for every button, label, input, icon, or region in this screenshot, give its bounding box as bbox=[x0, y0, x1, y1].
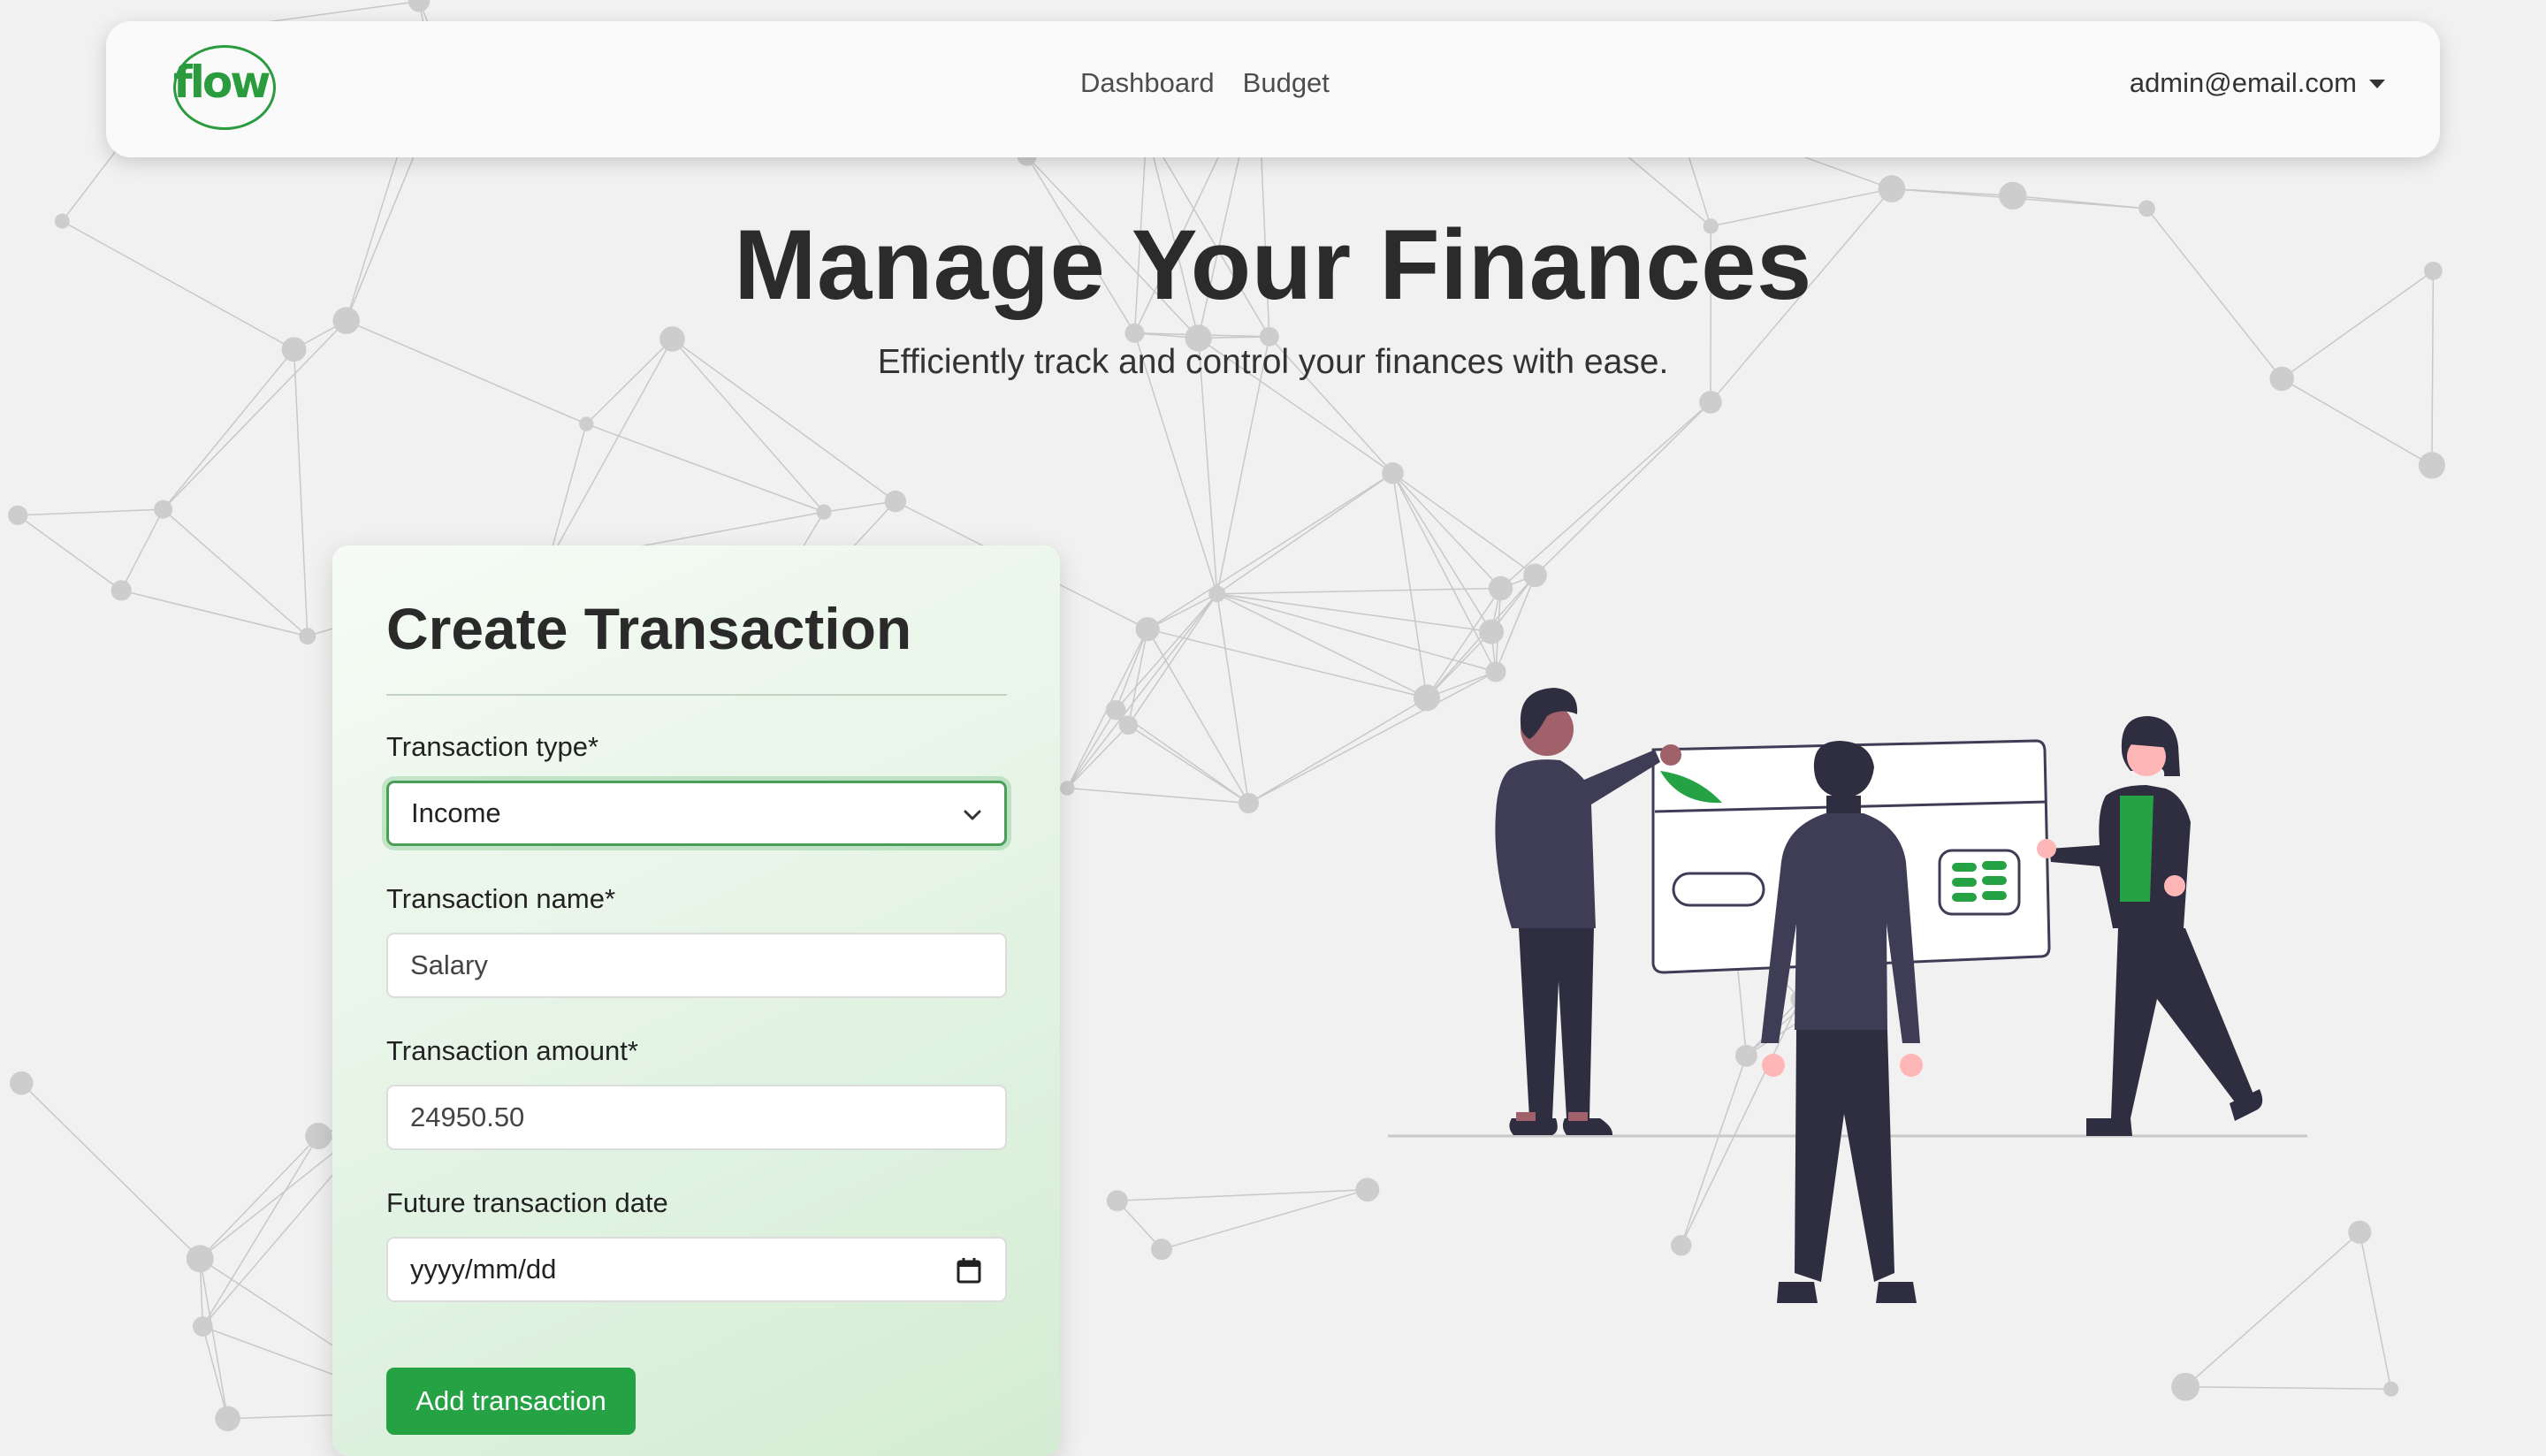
page-title: Manage Your Finances bbox=[0, 208, 2546, 322]
brand-logo[interactable]: flow bbox=[173, 45, 276, 130]
page-subtitle: Efficiently track and control your finan… bbox=[0, 343, 2546, 382]
future-date-placeholder: yyyy/mm/dd bbox=[410, 1254, 556, 1285]
caret-down-icon bbox=[2369, 80, 2385, 88]
future-date-input[interactable]: yyyy/mm/dd bbox=[386, 1237, 1007, 1302]
card-title: Create Transaction bbox=[386, 595, 911, 662]
transaction-amount-label: Transaction amount* bbox=[386, 1035, 638, 1067]
transaction-type-value: Income bbox=[411, 797, 501, 829]
transaction-amount-input[interactable]: 24950.50 bbox=[386, 1085, 1007, 1150]
transaction-type-select[interactable]: Income bbox=[386, 781, 1007, 846]
user-menu-dropdown[interactable]: admin@email.com bbox=[2130, 67, 2385, 99]
add-transaction-button[interactable]: Add transaction bbox=[386, 1368, 636, 1435]
calendar-icon[interactable] bbox=[956, 1256, 982, 1284]
brand-logo-text: flow bbox=[173, 57, 276, 108]
transaction-amount-value: 24950.50 bbox=[410, 1102, 524, 1133]
create-transaction-card: Create Transaction Transaction type* Inc… bbox=[332, 545, 1060, 1456]
nav-link-dashboard[interactable]: Dashboard bbox=[1080, 67, 1215, 99]
nav-links: Dashboard Budget bbox=[1080, 67, 1330, 99]
person-right bbox=[2037, 716, 2262, 1136]
transaction-type-label: Transaction type* bbox=[386, 731, 598, 763]
finance-team-illustration bbox=[1379, 672, 2316, 1326]
navbar: flow Dashboard Budget admin@email.com bbox=[106, 21, 2440, 157]
user-email: admin@email.com bbox=[2130, 67, 2357, 99]
transaction-name-value: Salary bbox=[410, 949, 488, 981]
card-divider bbox=[386, 694, 1007, 696]
nav-link-budget[interactable]: Budget bbox=[1243, 67, 1330, 99]
transaction-name-input[interactable]: Salary bbox=[386, 933, 1007, 998]
future-date-label: Future transaction date bbox=[386, 1187, 668, 1219]
chevron-down-icon bbox=[960, 803, 985, 827]
transaction-name-label: Transaction name* bbox=[386, 883, 615, 915]
